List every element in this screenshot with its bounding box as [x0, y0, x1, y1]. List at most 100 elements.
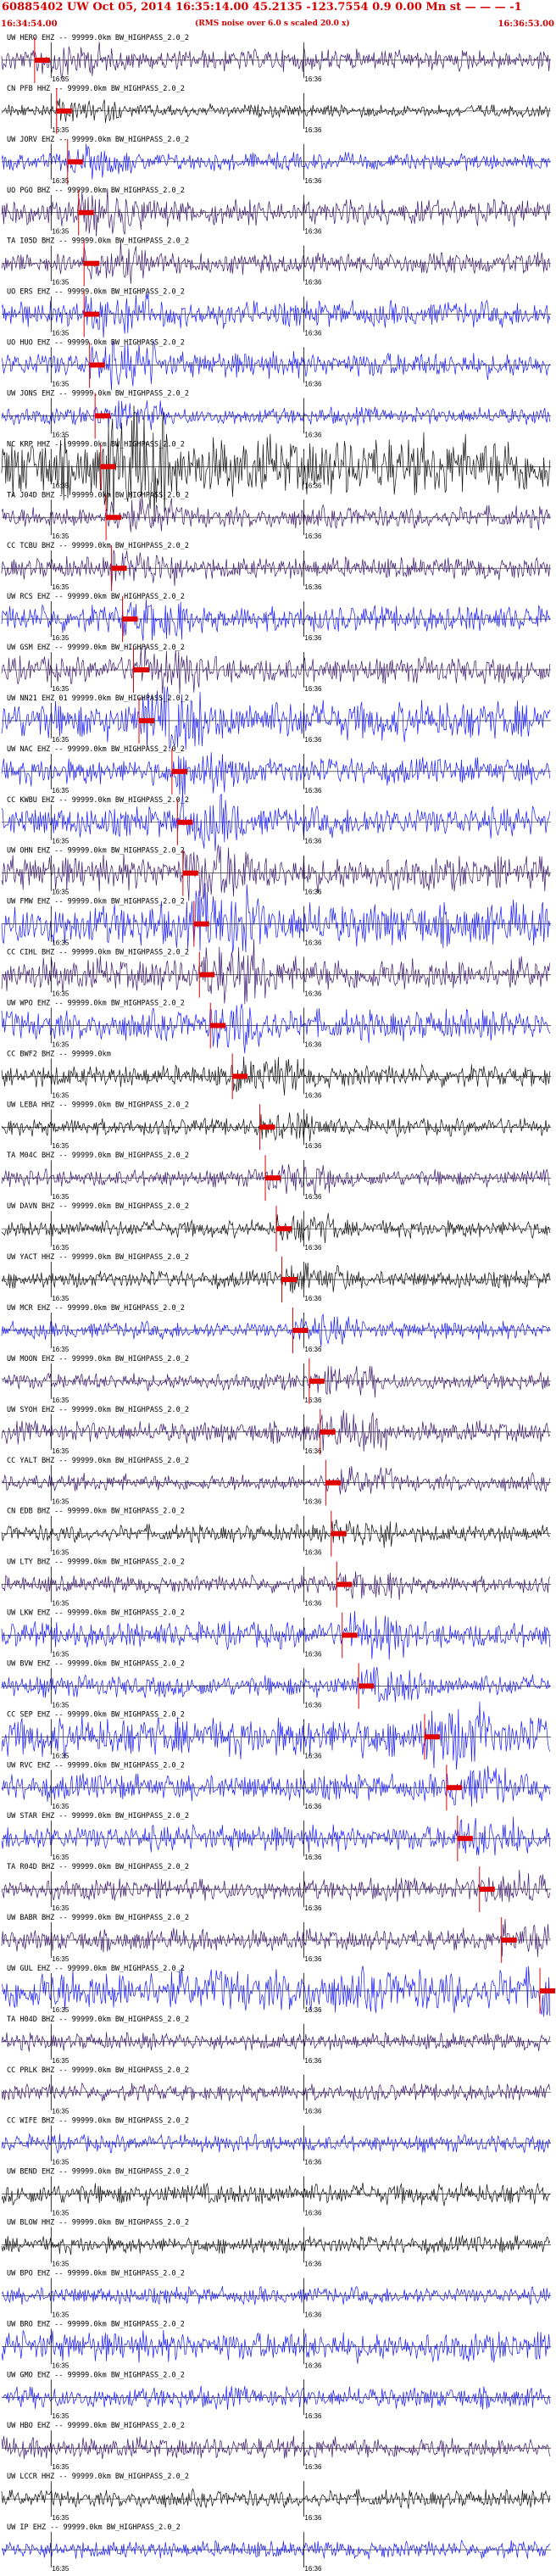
tick-label: 16:36	[304, 583, 322, 591]
seismic-trace	[1, 340, 551, 391]
phase-pick-marker	[182, 870, 198, 876]
station-label: CC SEP EHZ -- 99999.0km BW_HIGHPASS_2.0_…	[7, 1710, 185, 1719]
tick-label: 16:36	[304, 634, 322, 642]
seismic-trace	[1, 883, 551, 953]
phase-pick-marker	[501, 1937, 517, 1943]
tick-label: 16:36	[304, 2210, 322, 2217]
tick-label: 16:35	[52, 1040, 70, 1048]
phase-pick-marker	[95, 413, 111, 419]
tick-label: 16:35	[52, 2057, 70, 2065]
tick-label: 16:36	[304, 990, 322, 997]
tick-label: 16:35	[52, 2006, 70, 2014]
station-label: UW LEBA HHZ -- 99999.0km BW_HIGHPASS_2.0…	[7, 1101, 189, 1109]
phase-pick-marker	[320, 1429, 336, 1435]
tick-label: 16:36	[304, 75, 322, 83]
tick-label: 16:36	[304, 1854, 322, 1861]
tick-label: 16:35	[52, 2412, 70, 2420]
station-label: UW OHN EHZ -- 99999.0km BW_HIGHPASS_2.0_…	[7, 847, 185, 856]
station-label: UW NN21 EHZ 01 99999.0km BW_HIGHPASS_2.0…	[7, 694, 189, 703]
phase-pick-marker	[89, 362, 105, 368]
tick-label: 16:36	[304, 736, 322, 744]
tick-label: 16:35	[52, 1346, 70, 1353]
tick-label: 16:36	[304, 2311, 322, 2318]
tick-label: 16:35	[52, 1600, 70, 1608]
station-label: UW DAVN BHZ -- 99999.0km BW_HIGHPASS_2.0…	[7, 1202, 189, 1211]
phase-pick-marker	[331, 1531, 347, 1536]
phase-pick-marker	[309, 1378, 325, 1384]
tick-label: 16:36	[304, 1600, 322, 1608]
station-label: CC YALT BHZ -- 99999.0km BW_HIGHPASS_2.0…	[7, 1457, 189, 1465]
station-label: UW STAR EHZ -- 99999.0km BW_HIGHPASS_2.0…	[7, 1812, 189, 1820]
seismic-trace	[1, 1870, 551, 1903]
phase-pick-marker	[540, 1988, 556, 1993]
station-label: UW FMW EHZ -- 99999.0km BW_HIGHPASS_2.0_…	[7, 898, 185, 906]
tick-label: 16:35	[52, 1955, 70, 1963]
tick-label: 16:36	[304, 1193, 322, 1201]
phase-pick-marker	[171, 768, 187, 774]
seismic-trace	[1, 1263, 551, 1294]
station-label: CN PFB HHZ -- 99999.0km BW_HIGHPASS_2.0_…	[7, 85, 185, 93]
tick-label: 16:35	[52, 1854, 70, 1861]
phase-pick-marker	[457, 1836, 473, 1842]
station-label: UO ERS EHZ -- 99999.0km BW_HIGHPASS_2.0_…	[7, 288, 185, 297]
tick-label: 16:36	[304, 1244, 322, 1252]
tick-label: 16:35	[52, 838, 70, 845]
tick-label: 16:35	[52, 2565, 70, 2573]
tick-label: 16:35	[52, 634, 70, 642]
seismic-trace	[1, 98, 551, 123]
tick-label: 16:36	[304, 787, 322, 795]
tick-label: 16:35	[52, 126, 70, 134]
station-label: UW LTY BHZ -- 99999.0km BW_HIGHPASS_2.0_…	[7, 1558, 185, 1567]
tick-label: 16:35	[52, 736, 70, 744]
event-title: 60885402 UW Oct 05, 2014 16:35:14.00 45.…	[2, 1, 522, 14]
station-label: UW MOON EHZ -- 99999.0km BW_HIGHPASS_2.0…	[7, 1355, 189, 1363]
tick-label: 16:36	[304, 177, 322, 185]
station-label: UW MCR EHZ -- 99999.0km BW_HIGHPASS_2.0_…	[7, 1304, 185, 1313]
tick-label: 16:35	[52, 1904, 70, 1912]
station-label: UW NAC EHZ -- 99999.0km BW_HIGHPASS_2.0_…	[7, 745, 185, 754]
station-label: UO HUO EHZ -- 99999.0km BW_HIGHPASS_2.0_…	[7, 339, 185, 348]
start-time: 16:34:54.00	[1, 20, 58, 29]
phase-pick-marker	[106, 515, 122, 521]
station-label: UW BVW EHZ -- 99999.0km BW_HIGHPASS_2.0_…	[7, 1659, 185, 1668]
tick-label: 16:35	[52, 1549, 70, 1557]
tick-label: 16:35	[52, 532, 70, 540]
station-label: UW LCCR HHZ -- 99999.0km BW_HIGHPASS_2.0…	[7, 2473, 189, 2481]
station-label: UW LKW EHZ -- 99999.0km BW_HIGHPASS_2.0_…	[7, 1609, 185, 1618]
phase-pick-marker	[325, 1480, 342, 1486]
phase-pick-marker	[111, 566, 127, 572]
tick-label: 16:36	[304, 482, 322, 489]
tick-label: 16:36	[304, 380, 322, 388]
phase-pick-marker	[199, 972, 215, 978]
station-label: UW BPO EHZ -- 99999.0km BW_HIGHPASS_2.0_…	[7, 2269, 185, 2278]
tick-label: 16:36	[304, 1346, 322, 1353]
station-label: CC TCBU BHZ -- 99999.0km BW_HIGHPASS_2.0…	[7, 542, 189, 550]
tick-label: 16:36	[304, 1397, 322, 1404]
seismic-trace	[1, 400, 551, 431]
phase-pick-marker	[336, 1581, 353, 1587]
phase-pick-marker	[265, 1175, 281, 1181]
seismic-trace	[1, 1919, 551, 1957]
station-label: UW GUL EHZ -- 99999.0km BW_HIGHPASS_2.0_…	[7, 1965, 185, 1973]
station-label: TA R04D BHZ -- 99999.0km BW_HIGHPASS_2.0…	[7, 1863, 189, 1871]
phase-pick-marker	[424, 1734, 440, 1740]
tick-label: 16:36	[304, 1650, 322, 1658]
phase-pick-marker	[100, 464, 116, 470]
tick-label: 16:36	[304, 279, 322, 287]
tick-label: 16:35	[52, 1498, 70, 1506]
seismic-trace	[1, 1666, 551, 1703]
tick-label: 16:36	[304, 2463, 322, 2471]
tick-label: 16:36	[304, 2057, 322, 2065]
phase-pick-marker	[292, 1327, 309, 1333]
tick-label: 16:35	[52, 2159, 70, 2166]
station-label: CC KWBU EHZ -- 99999.0km BW_HIGHPASS_2.0…	[7, 796, 189, 805]
tick-label: 16:35	[52, 1701, 70, 1709]
tick-label: 16:35	[52, 1803, 70, 1810]
phase-pick-marker	[133, 666, 149, 672]
seismic-trace	[1, 1313, 551, 1347]
phase-pick-marker	[193, 921, 209, 927]
seismic-trace	[1, 1765, 551, 1807]
phase-pick-marker	[177, 819, 193, 825]
seismic-trace	[1, 1003, 551, 1054]
tick-label: 16:35	[52, 1142, 70, 1150]
